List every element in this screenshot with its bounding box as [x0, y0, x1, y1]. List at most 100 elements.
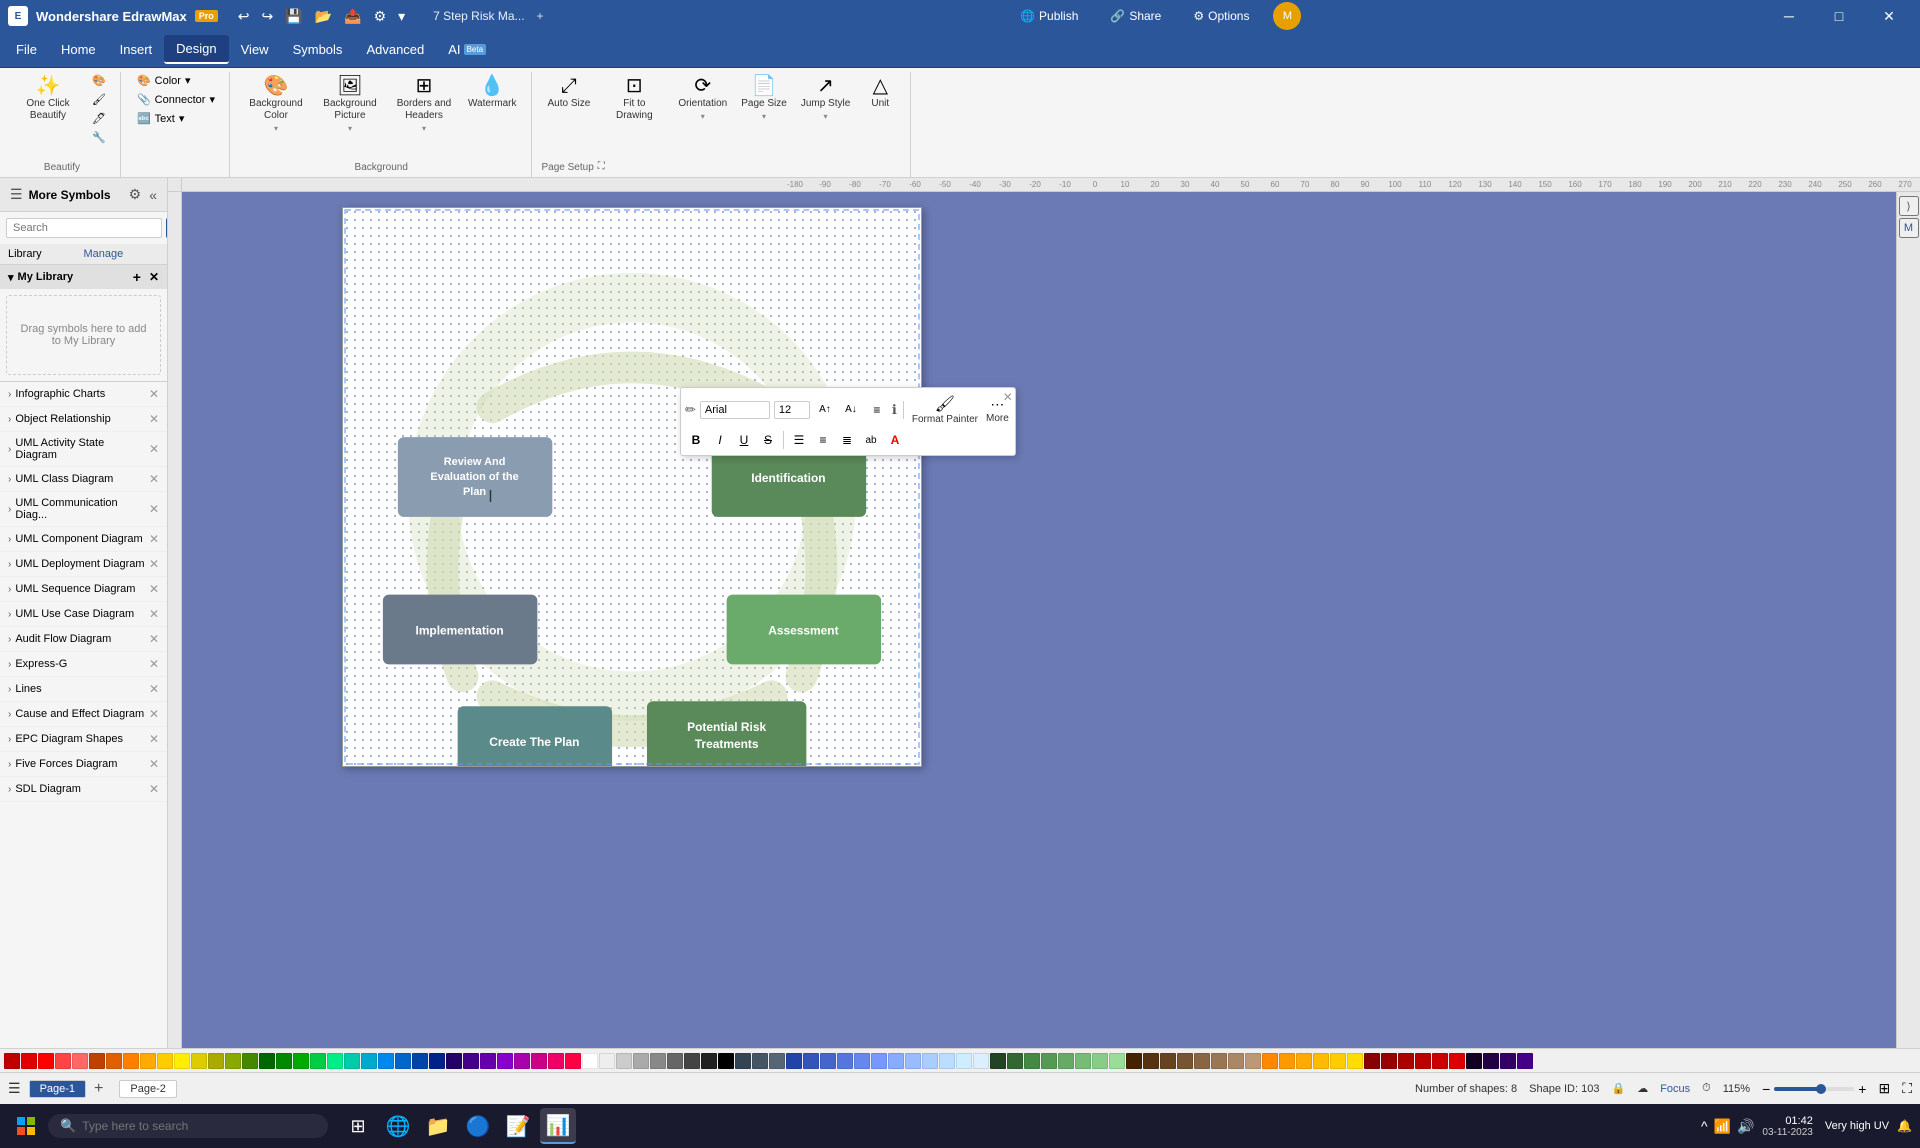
minimize-button[interactable]: ─ [1766, 0, 1812, 32]
library-item[interactable]: ›UML Component Diagram✕ [0, 527, 167, 552]
library-item[interactable]: ›Cause and Effect Diagram✕ [0, 702, 167, 727]
library-item-close[interactable]: ✕ [149, 707, 159, 721]
library-item-close[interactable]: ✕ [149, 607, 159, 621]
page-tab-1[interactable]: Page-1 [29, 1080, 86, 1098]
undo-button[interactable]: ↩ [234, 6, 254, 27]
color-swatch[interactable] [1432, 1053, 1448, 1069]
color-swatch[interactable] [1381, 1053, 1397, 1069]
color-swatch[interactable] [650, 1053, 666, 1069]
color-swatch[interactable] [752, 1053, 768, 1069]
page-setup-expand[interactable]: ⛶ [598, 161, 605, 172]
color-swatch[interactable] [208, 1053, 224, 1069]
color-swatch[interactable] [939, 1053, 955, 1069]
color-swatch[interactable] [1466, 1053, 1482, 1069]
color-swatch[interactable] [446, 1053, 462, 1069]
color-swatch[interactable] [1075, 1053, 1091, 1069]
library-item-close[interactable]: ✕ [149, 532, 159, 546]
background-color-button[interactable]: 🎨 Background Color ▾ [240, 72, 312, 137]
canvas[interactable]: Review And Evaluation of the Plan Identi… [182, 192, 1896, 1048]
taskbar-search-input[interactable] [82, 1119, 282, 1133]
format-toolbar-close[interactable]: ✕ [1003, 390, 1013, 404]
color-swatch[interactable] [344, 1053, 360, 1069]
color-swatch[interactable] [174, 1053, 190, 1069]
color-swatch[interactable] [106, 1053, 122, 1069]
unit-button[interactable]: △ Unit [858, 72, 902, 114]
right-panel-btn-2[interactable]: M [1899, 218, 1919, 238]
color-swatch[interactable] [1109, 1053, 1125, 1069]
watermark-button[interactable]: 💧 Watermark [462, 72, 523, 114]
panel-collapse-icon[interactable]: « [147, 185, 159, 205]
color-swatch[interactable] [718, 1053, 734, 1069]
auto-size-button[interactable]: ⤢ Auto Size [542, 72, 597, 114]
color-swatch[interactable] [1041, 1053, 1057, 1069]
library-item-close[interactable]: ✕ [149, 582, 159, 596]
options-button[interactable]: ⚙ Options [1181, 5, 1261, 27]
right-panel-btn-1[interactable]: ⟩ [1899, 196, 1919, 216]
color-swatch[interactable] [361, 1053, 377, 1069]
bg-color-dropdown[interactable]: ▾ [274, 124, 278, 133]
color-swatch[interactable] [531, 1053, 547, 1069]
taskbar-files[interactable]: 📁 [420, 1108, 456, 1144]
menu-symbols[interactable]: Symbols [281, 36, 355, 63]
color-swatch[interactable] [956, 1053, 972, 1069]
color-swatch[interactable] [565, 1053, 581, 1069]
numbered-list-button[interactable]: ≡ [812, 429, 834, 451]
color-swatch[interactable] [140, 1053, 156, 1069]
color-swatch[interactable] [633, 1053, 649, 1069]
list-button[interactable]: ≣ [836, 429, 858, 451]
color-swatch[interactable] [21, 1053, 37, 1069]
menu-home[interactable]: Home [49, 36, 108, 63]
color-swatch[interactable] [854, 1053, 870, 1069]
color-swatch[interactable] [1313, 1053, 1329, 1069]
share-icon-button[interactable]: 📤 [340, 6, 365, 27]
color-swatch[interactable] [888, 1053, 904, 1069]
color-swatch[interactable] [1415, 1053, 1431, 1069]
taskbar-sound-icon[interactable]: 🔊 [1737, 1118, 1754, 1135]
library-item-close[interactable]: ✕ [149, 502, 159, 516]
add-page-button[interactable]: + [94, 1080, 103, 1098]
library-item-close[interactable]: ✕ [149, 387, 159, 401]
color-swatch[interactable] [327, 1053, 343, 1069]
manage-button[interactable]: Manage [84, 248, 160, 260]
color-swatch[interactable] [1245, 1053, 1261, 1069]
jump-style-dropdown[interactable]: ▾ [824, 112, 828, 121]
one-click-beautify-button[interactable]: ✨ One Click Beautify [12, 72, 84, 126]
color-button[interactable]: 🎨 Color ▾ [131, 72, 221, 89]
color-swatch[interactable] [973, 1053, 989, 1069]
taskbar-word[interactable]: 📝 [500, 1108, 536, 1144]
color-swatch[interactable] [803, 1053, 819, 1069]
notifications-button[interactable]: 🔔 [1897, 1119, 1912, 1133]
taskbar-network-icon[interactable]: 📶 [1714, 1118, 1731, 1135]
settings-icon-button[interactable]: ⚙ [370, 6, 391, 27]
start-button[interactable] [8, 1108, 44, 1144]
color-swatch[interactable] [599, 1053, 615, 1069]
new-tab-button[interactable]: + [537, 9, 544, 23]
menu-insert[interactable]: Insert [108, 36, 165, 63]
library-item-close[interactable]: ✕ [149, 442, 159, 456]
share-button[interactable]: 🔗 Share [1098, 5, 1173, 27]
font-color-button[interactable]: A [884, 429, 906, 451]
color-swatch[interactable] [1364, 1053, 1380, 1069]
color-swatch[interactable] [378, 1053, 394, 1069]
taskbar-search[interactable]: 🔍 [48, 1114, 328, 1138]
bold-button[interactable]: B [685, 429, 707, 451]
color-swatch[interactable] [38, 1053, 54, 1069]
color-swatch[interactable] [480, 1053, 496, 1069]
my-library-close-icon[interactable]: ✕ [149, 270, 159, 284]
bg-picture-dropdown[interactable]: ▾ [348, 124, 352, 133]
decrease-font-button[interactable]: A↓ [840, 399, 862, 421]
beautify-option-1[interactable]: 🎨 [86, 72, 112, 89]
color-swatch[interactable] [1279, 1053, 1295, 1069]
color-swatch[interactable] [786, 1053, 802, 1069]
panel-settings-icon[interactable]: ⚙ [127, 184, 144, 205]
my-library-header[interactable]: ▾ My Library + ✕ [0, 265, 167, 289]
strikethrough-button[interactable]: S [757, 429, 779, 451]
beautify-option-3[interactable]: 🖊 [86, 110, 112, 127]
library-item[interactable]: ›UML Activity State Diagram✕ [0, 432, 167, 467]
color-swatch[interactable] [429, 1053, 445, 1069]
text-button[interactable]: 🔤 Text ▾ [131, 110, 221, 127]
quick-access-button[interactable]: ▾ [394, 6, 409, 27]
library-item-close[interactable]: ✕ [149, 557, 159, 571]
menu-advanced[interactable]: Advanced [354, 36, 436, 63]
taskbar-chevron-icon[interactable]: ^ [1701, 1118, 1708, 1134]
